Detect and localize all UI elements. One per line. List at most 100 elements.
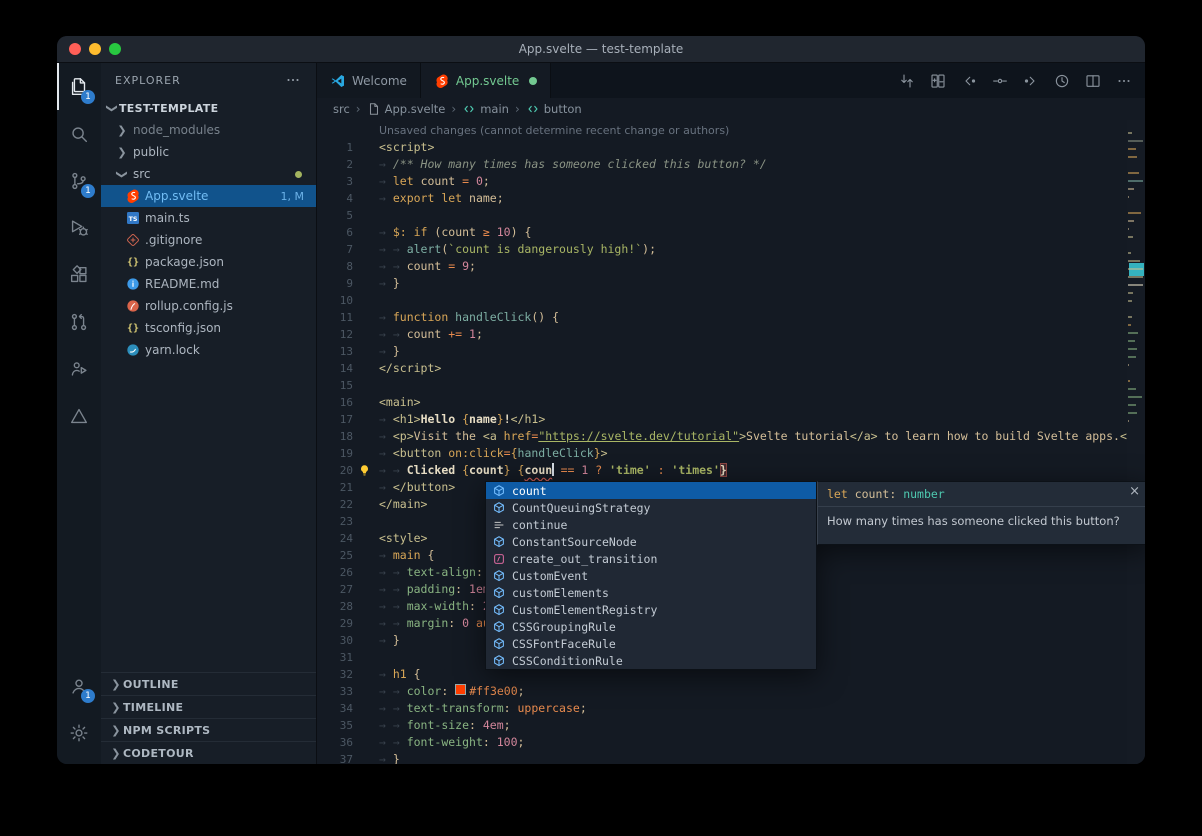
code-line-3[interactable]: 3→ let count = 0; (317, 173, 1145, 190)
tree-item-node_modules[interactable]: ❯node_modules (101, 119, 316, 141)
tree-item-App.svelte[interactable]: App.svelte1, M (101, 185, 316, 207)
traffic-light-zoom[interactable] (109, 43, 121, 55)
code-line-9[interactable]: 9→ } (317, 275, 1145, 292)
code-line-10[interactable]: 10 (317, 292, 1145, 309)
more-actions-button[interactable] (1115, 72, 1133, 90)
traffic-light-minimize[interactable] (89, 43, 101, 55)
code-line-11[interactable]: 11→ function handleClick() { (317, 309, 1145, 326)
tree-item-yarn.lock[interactable]: yarn.lock (101, 339, 316, 361)
suggestion-label: continue (512, 518, 567, 532)
suggestion-label: CustomEvent (512, 569, 588, 583)
split-editor-button[interactable] (1084, 72, 1102, 90)
activity-azure[interactable] (57, 392, 101, 439)
tree-item-rollup.config.js[interactable]: rollup.config.js (101, 295, 316, 317)
window-title: App.svelte — test-template (57, 42, 1145, 56)
panel-OUTLINE[interactable]: ❯OUTLINE (101, 672, 316, 695)
tree-item-src[interactable]: ❯src (101, 163, 316, 185)
line-number: 1 (317, 139, 353, 156)
activity-search[interactable] (57, 110, 101, 157)
traffic-light-close[interactable] (69, 43, 81, 55)
suggest-item-CSSFontFaceRule[interactable]: CSSFontFaceRule (486, 635, 816, 652)
tree-item-.gitignore[interactable]: .gitignore (101, 229, 316, 251)
activity-settings[interactable] (57, 709, 101, 756)
activity-live-share[interactable] (57, 345, 101, 392)
code-line-18[interactable]: 18→ <p>Visit the <a href="https://svelte… (317, 428, 1145, 445)
line-number: 26 (317, 564, 353, 581)
modified-dot (529, 77, 537, 85)
suggest-item-CustomEvent[interactable]: CustomEvent (486, 567, 816, 584)
editor-group: WelcomeApp.svelte src›App.svelte›main›bu… (317, 63, 1145, 764)
editor-content[interactable]: Unsaved changes (cannot determine recent… (317, 120, 1145, 764)
code-line-12[interactable]: 12→ → count += 1; (317, 326, 1145, 343)
code-line-17[interactable]: 17→ <h1>Hello {name}!</h1> (317, 411, 1145, 428)
current-change-button[interactable] (991, 72, 1009, 90)
code-line-7[interactable]: 7→ → alert(`count is dangerously high!`)… (317, 241, 1145, 258)
more-actions-button[interactable] (284, 71, 302, 89)
git-status-badge: 1, M (281, 190, 316, 203)
code-line-33[interactable]: 33→ → color: #ff3e00; (317, 683, 1145, 700)
dot-change-icon (991, 72, 1009, 90)
code-line-20[interactable]: 20→ → Clicked {count} {coun == 1 ? 'time… (317, 462, 1145, 479)
prev-change-icon (960, 72, 978, 90)
tab-App.svelte[interactable]: App.svelte (421, 63, 551, 98)
code-line-36[interactable]: 36→ → font-weight: 100; (317, 734, 1145, 751)
section-header-test-template[interactable]: ❯ TEST-TEMPLATE (101, 97, 316, 119)
suggest-doc-panel: × let count: number How many times has s… (817, 481, 1145, 545)
suggest-item-CSSConditionRule[interactable]: CSSConditionRule (486, 652, 816, 669)
blame-annotation: Unsaved changes (cannot determine recent… (379, 122, 729, 139)
activity-accounts[interactable]: 1 (57, 662, 101, 709)
tab-Welcome[interactable]: Welcome (317, 63, 421, 98)
code-line-16[interactable]: 16<main> (317, 394, 1145, 411)
suggest-item-CountQueuingStrategy[interactable]: CountQueuingStrategy (486, 499, 816, 516)
line-number: 3 (317, 173, 353, 190)
code-line-6[interactable]: 6→ $: if (count ≥ 10) { (317, 224, 1145, 241)
compare-changes-button[interactable] (898, 72, 916, 90)
tree-item-package.json[interactable]: {}package.json (101, 251, 316, 273)
suggest-item-count[interactable]: count (486, 482, 816, 499)
file-history-button[interactable] (1053, 72, 1071, 90)
suggest-item-continue[interactable]: continue (486, 516, 816, 533)
breadcrumb-item-main[interactable]: main (462, 102, 509, 116)
tree-item-main.ts[interactable]: TSmain.ts (101, 207, 316, 229)
code-line-8[interactable]: 8→ → count = 9; (317, 258, 1145, 275)
activity-source-control[interactable]: 1 (57, 157, 101, 204)
panel-CODETOUR[interactable]: ❯CODETOUR (101, 741, 316, 764)
symbol-variable-icon (492, 586, 506, 600)
breadcrumb-item-button[interactable]: button (526, 102, 582, 116)
close-icon[interactable]: × (1129, 484, 1140, 499)
previous-change-button[interactable] (960, 72, 978, 90)
code-line-1[interactable]: 1<script> (317, 139, 1145, 156)
open-changes-button[interactable] (929, 72, 947, 90)
suggest-item-customElements[interactable]: customElements (486, 584, 816, 601)
code-line-37[interactable]: 37→ } (317, 751, 1145, 764)
line-number: 2 (317, 156, 353, 173)
code-line-13[interactable]: 13→ } (317, 343, 1145, 360)
code-line-5[interactable]: 5 (317, 207, 1145, 224)
suggest-item-create_out_transition[interactable]: create_out_transition (486, 550, 816, 567)
next-change-button[interactable] (1022, 72, 1040, 90)
activity-github-pull-requests[interactable] (57, 298, 101, 345)
tree-item-tsconfig.json[interactable]: {}tsconfig.json (101, 317, 316, 339)
code-line-15[interactable]: 15 (317, 377, 1145, 394)
code-line-14[interactable]: 14</script> (317, 360, 1145, 377)
tree-item-public[interactable]: ❯public (101, 141, 316, 163)
color-swatch[interactable] (455, 684, 466, 695)
tree-item-README.md[interactable]: README.md (101, 273, 316, 295)
suggest-item-CustomElementRegistry[interactable]: CustomElementRegistry (486, 601, 816, 618)
breadcrumb-item-src[interactable]: src (333, 102, 350, 116)
code-line-4[interactable]: 4→ export let name; (317, 190, 1145, 207)
panel-TIMELINE[interactable]: ❯TIMELINE (101, 695, 316, 718)
code-line-34[interactable]: 34→ → text-transform: uppercase; (317, 700, 1145, 717)
breadcrumb-item-App.svelte[interactable]: App.svelte (367, 102, 446, 116)
suggest-item-CSSGroupingRule[interactable]: CSSGroupingRule (486, 618, 816, 635)
panel-NPM SCRIPTS[interactable]: ❯NPM SCRIPTS (101, 718, 316, 741)
activity-explorer[interactable]: 1 (57, 63, 101, 110)
activity-run-debug[interactable] (57, 204, 101, 251)
code-line-19[interactable]: 19→ <button on:click={handleClick}> (317, 445, 1145, 462)
title-bar[interactable]: App.svelte — test-template (57, 36, 1145, 63)
code-line-2[interactable]: 2→ /** How many times has someone clicke… (317, 156, 1145, 173)
activity-extensions[interactable] (57, 251, 101, 298)
suggest-item-ConstantSourceNode[interactable]: ConstantSourceNode (486, 533, 816, 550)
code-line-35[interactable]: 35→ → font-size: 4em; (317, 717, 1145, 734)
extensions-icon (68, 264, 90, 286)
